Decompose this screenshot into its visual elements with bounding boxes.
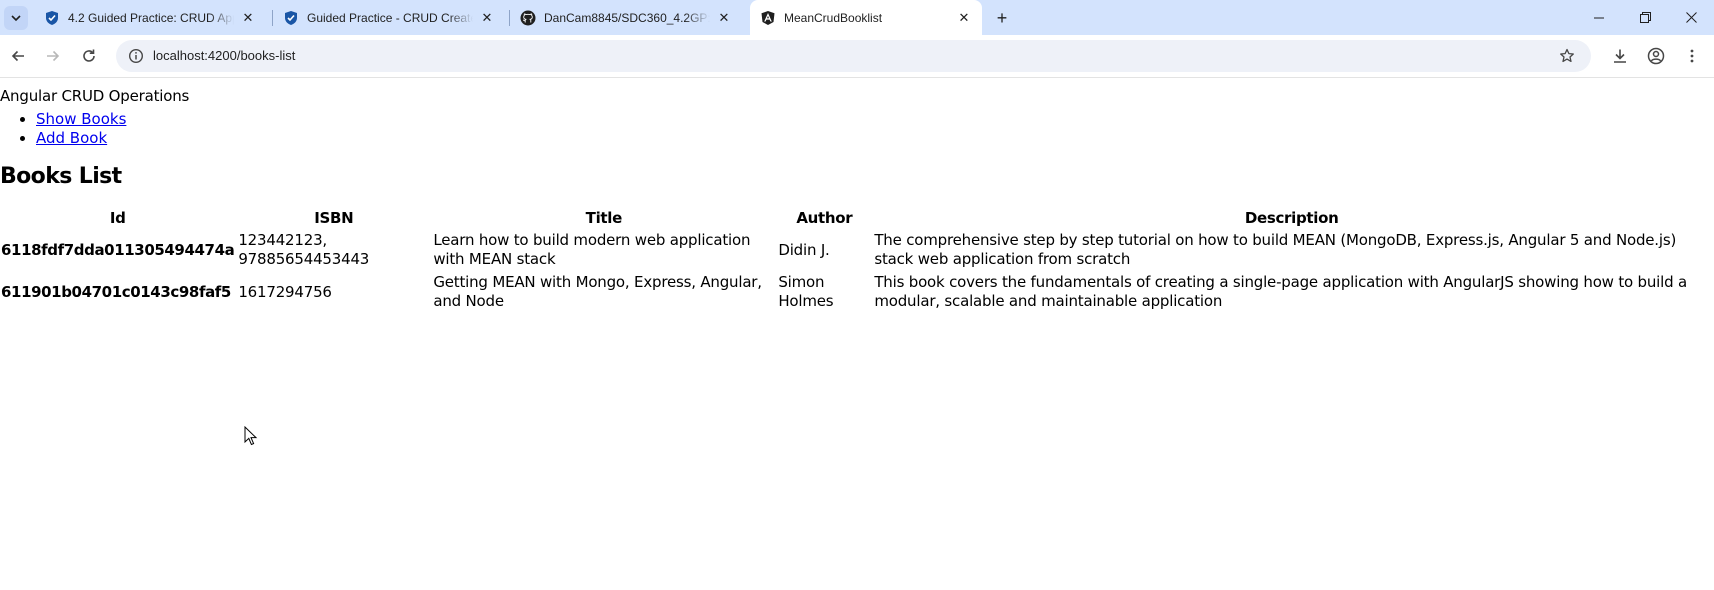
column-header-title: Title [585, 209, 623, 227]
tab-title: Guided Practice - CRUD Create [307, 10, 473, 25]
shield-icon [283, 10, 299, 26]
tab-mean-crud-booklist[interactable]: MeanCrudBooklist ✕ [750, 0, 982, 35]
book-description-cell: The comprehensive step by step tutorial … [874, 231, 1677, 268]
books-table: Id ISBN Title Author Description 6118fdf… [0, 206, 1712, 314]
book-author-cell: Simon Holmes [778, 273, 834, 310]
table-header-row: Id ISBN Title Author Description [0, 208, 1710, 228]
book-author-cell: Didin J. [778, 240, 830, 259]
book-description-cell: This book covers the fundamentals of cre… [874, 273, 1687, 310]
plus-icon: + [996, 7, 1008, 28]
nav-list: Show Books Add Book [0, 110, 126, 148]
tab-title: MeanCrudBooklist [784, 10, 883, 25]
close-icon [1685, 12, 1697, 23]
close-icon[interactable]: ✕ [479, 10, 495, 26]
column-header-isbn: ISBN [314, 209, 354, 227]
column-header-id: Id [109, 209, 126, 227]
new-tab-button[interactable]: + [990, 6, 1014, 30]
app-title: Angular CRUD Operations [0, 87, 190, 105]
address-bar[interactable]: localhost:4200/books-list [116, 40, 1591, 72]
shield-icon [44, 10, 60, 26]
column-header-description: Description [1244, 209, 1339, 227]
book-title-cell: Learn how to build modern web applicatio… [433, 231, 751, 268]
restore-icon [1639, 12, 1651, 23]
table-row: 6118fdf7dda011305494474a 123442123, 9788… [0, 230, 1710, 270]
book-id-cell: 6118fdf7dda011305494474a [1, 240, 235, 259]
table-row: 611901b04701c0143c98faf5 1617294756 Gett… [0, 272, 1710, 312]
close-window-button[interactable] [1668, 0, 1714, 35]
menu-button[interactable] [1678, 42, 1706, 70]
arrow-right-icon [47, 50, 60, 62]
site-info-icon[interactable] [124, 44, 148, 68]
more-vert-icon [1690, 49, 1694, 63]
book-id-cell: 611901b04701c0143c98faf5 [1, 282, 231, 301]
minimize-icon [1594, 17, 1604, 18]
show-books-link[interactable]: Show Books [36, 110, 126, 128]
tab-guided-practice-crud-app[interactable]: 4.2 Guided Practice: CRUD Application ✕ [34, 0, 266, 35]
forward-button[interactable] [39, 42, 67, 70]
tab-github-repo[interactable]: DanCam8845/SDC360_4.2GP: CRUD ✕ [510, 0, 742, 35]
profile-icon [1647, 47, 1665, 65]
page-heading: Books List [0, 164, 122, 189]
angular-icon [760, 10, 776, 26]
mouse-cursor-icon [244, 426, 258, 446]
book-title-cell: Getting MEAN with Mongo, Express, Angula… [433, 273, 762, 310]
close-icon[interactable]: ✕ [956, 10, 972, 26]
download-icon [1614, 49, 1626, 63]
tab-title: 4.2 Guided Practice: CRUD Application [68, 10, 234, 25]
restore-button[interactable] [1622, 0, 1668, 35]
add-book-link[interactable]: Add Book [36, 129, 107, 147]
tab-search-button[interactable] [4, 6, 28, 30]
reload-icon [83, 49, 95, 62]
arrow-left-icon [11, 50, 24, 62]
url-text[interactable]: localhost:4200/books-list [153, 40, 295, 72]
back-button[interactable] [4, 42, 32, 70]
close-icon[interactable]: ✕ [716, 10, 732, 26]
book-isbn-cell: 123442123, 97885654453443 [238, 231, 370, 268]
tab-strip: 4.2 Guided Practice: CRUD Application ✕ … [0, 0, 1714, 35]
tab-guided-practice-crud-create[interactable]: Guided Practice - CRUD Create ✕ [273, 0, 505, 35]
minimize-button[interactable] [1576, 0, 1622, 35]
nav-item-add-book: Add Book [36, 129, 126, 148]
tab-title: DanCam8845/SDC360_4.2GP: CRUD [544, 10, 710, 25]
browser-toolbar: localhost:4200/books-list [0, 35, 1714, 78]
nav-item-show-books: Show Books [36, 110, 126, 129]
book-isbn-cell: 1617294756 [238, 282, 332, 301]
bookmark-star-icon[interactable] [1555, 44, 1579, 68]
close-icon[interactable]: ✕ [240, 10, 256, 26]
downloads-button[interactable] [1606, 42, 1634, 70]
column-header-author: Author [796, 209, 853, 227]
profile-button[interactable] [1642, 42, 1670, 70]
reload-button[interactable] [75, 42, 103, 70]
github-icon [520, 10, 536, 26]
chevron-down-icon [11, 15, 21, 22]
